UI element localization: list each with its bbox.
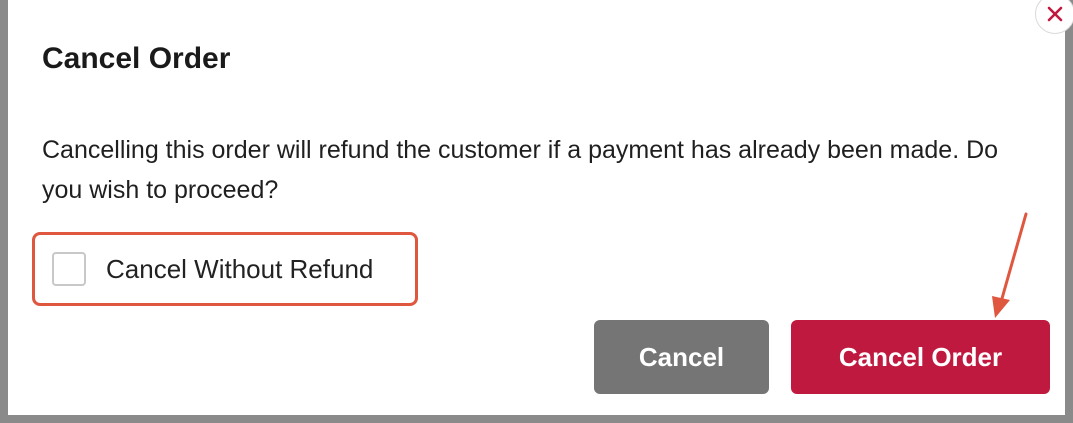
cancel-without-refund-label: Cancel Without Refund	[106, 253, 374, 284]
close-icon	[1047, 6, 1063, 22]
cancel-button[interactable]: Cancel	[594, 320, 769, 394]
cancel-order-button[interactable]: Cancel Order	[791, 320, 1050, 394]
cancel-without-refund-checkbox[interactable]	[52, 252, 86, 286]
dialog-message: Cancelling this order will refund the cu…	[42, 136, 999, 204]
dialog-title: Cancel Order	[42, 42, 231, 75]
cancel-order-dialog: Cancel Order Cancelling this order will …	[8, 0, 1065, 415]
close-button[interactable]	[1035, 0, 1073, 34]
cancel-without-refund-option[interactable]: Cancel Without Refund	[52, 252, 373, 286]
